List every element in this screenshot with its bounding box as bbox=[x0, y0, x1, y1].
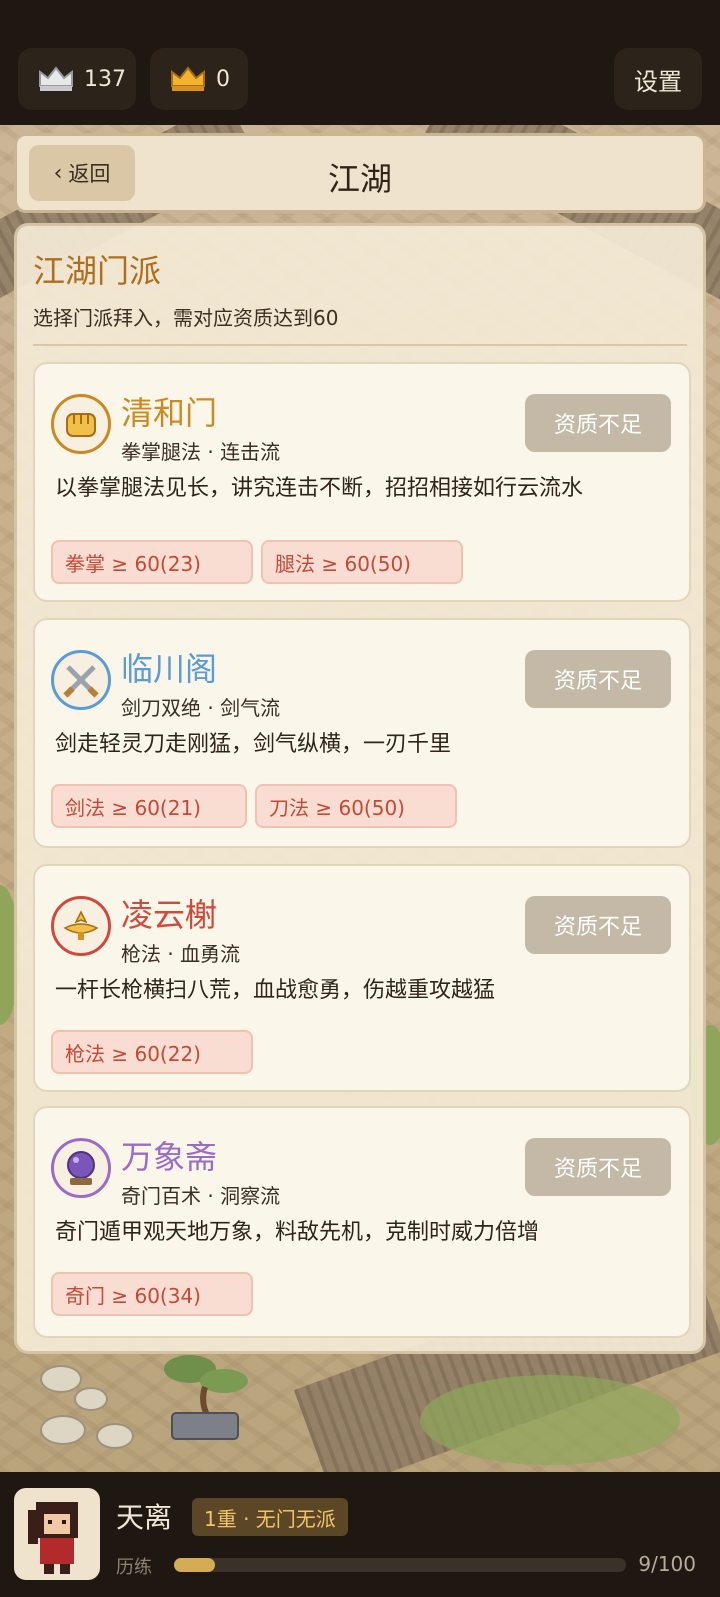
sect-name: 万象斋 bbox=[121, 1138, 218, 1176]
sect-card-wanxiang[interactable]: 万象斋 奇门百术 · 洞察流 资质不足 奇门遁甲观天地万象，料敌先机，克制时威力… bbox=[33, 1106, 691, 1338]
spear-crest-icon bbox=[63, 910, 99, 940]
xp-label: 历练 bbox=[116, 1557, 152, 1578]
requirement-chip: 刀法 ≥ 60(50) bbox=[255, 784, 457, 828]
stepping-stone bbox=[96, 1423, 134, 1449]
sect-badge bbox=[51, 1138, 111, 1198]
crossed-swords-icon bbox=[63, 665, 99, 698]
gold-crown-icon bbox=[171, 66, 205, 91]
sect-name: 临川阁 bbox=[121, 650, 218, 688]
section-subtitle: 选择门派拜入，需对应资质达到60 bbox=[33, 306, 339, 330]
sect-badge bbox=[51, 896, 111, 956]
sect-badge bbox=[51, 650, 111, 710]
sect-card-lingyun[interactable]: 凌云榭 枪法 · 血勇流 资质不足 一杆长枪横扫八荒，血战愈勇，伤越重攻越猛 枪… bbox=[33, 864, 691, 1092]
sect-panel: 江湖门派 选择门派拜入，需对应资质达到60 清和门 拳掌腿法 · 连击流 资质不… bbox=[14, 223, 706, 1354]
join-status-button[interactable]: 资质不足 bbox=[525, 1138, 671, 1196]
sect-name: 清和门 bbox=[121, 394, 218, 432]
requirement-chip: 剑法 ≥ 60(21) bbox=[51, 784, 247, 828]
bonsai-tree-icon bbox=[164, 1355, 248, 1440]
requirement-chip: 拳掌 ≥ 60(23) bbox=[51, 540, 253, 584]
stepping-stone bbox=[74, 1387, 108, 1411]
player-bar: 天离 1重 · 无门无派 历练 9/100 bbox=[0, 1472, 720, 1597]
divider bbox=[33, 344, 687, 346]
sect-description: 奇门遁甲观天地万象，料敌先机，克制时威力倍增 bbox=[55, 1220, 540, 1245]
sect-card-linchuan[interactable]: 临川阁 剑刀双绝 · 剑气流 资质不足 剑走轻灵刀走刚猛，剑气纵横，一刃千里 剑… bbox=[33, 618, 691, 848]
silver-count: 137 bbox=[84, 66, 126, 92]
sect-tags: 枪法 · 血勇流 bbox=[121, 942, 241, 966]
header-bar: ‹ 返回 江湖 bbox=[14, 133, 706, 213]
top-bar: 137 0 设置 bbox=[0, 0, 720, 125]
grass-patch bbox=[420, 1375, 680, 1465]
fist-icon bbox=[66, 413, 96, 437]
sect-description: 剑走轻灵刀走刚猛，剑气纵横，一刃千里 bbox=[55, 732, 452, 757]
gold-count: 0 bbox=[216, 66, 230, 92]
xp-progress-fill bbox=[174, 1558, 215, 1572]
join-status-button[interactable]: 资质不足 bbox=[525, 394, 671, 452]
join-status-button[interactable]: 资质不足 bbox=[525, 896, 671, 954]
sect-tags: 奇门百术 · 洞察流 bbox=[121, 1184, 281, 1208]
xp-progress-bar bbox=[174, 1558, 626, 1572]
rank-badge: 1重 · 无门无派 bbox=[192, 1498, 348, 1536]
sect-description: 一杆长枪横扫八荒，血战愈勇，伤越重攻越猛 bbox=[55, 978, 496, 1003]
sect-tags: 拳掌腿法 · 连击流 bbox=[121, 440, 281, 464]
section-title: 江湖门派 bbox=[33, 252, 162, 290]
stepping-stone bbox=[40, 1415, 86, 1445]
xp-value: 9/100 bbox=[638, 1552, 696, 1576]
avatar[interactable] bbox=[14, 1488, 100, 1580]
gold-currency[interactable]: 0 bbox=[150, 48, 248, 110]
sect-badge bbox=[51, 394, 111, 454]
player-name: 天离 bbox=[116, 1501, 173, 1534]
sect-card-qinghe[interactable]: 清和门 拳掌腿法 · 连击流 资质不足 以拳掌腿法见长，讲究连击不断，招招相接如… bbox=[33, 362, 691, 602]
character-portrait-icon bbox=[28, 1502, 78, 1574]
settings-button[interactable]: 设置 bbox=[614, 48, 702, 110]
join-status-button[interactable]: 资质不足 bbox=[525, 650, 671, 708]
sect-tags: 剑刀双绝 · 剑气流 bbox=[121, 696, 281, 720]
page-title: 江湖 bbox=[327, 160, 392, 198]
sect-description: 以拳掌腿法见长，讲究连击不断，招招相接如行云流水 bbox=[55, 476, 584, 501]
silver-crown-icon bbox=[39, 66, 73, 91]
sect-name: 凌云榭 bbox=[121, 896, 218, 934]
stepping-stone bbox=[40, 1365, 82, 1393]
crystal-ball-icon bbox=[67, 1151, 95, 1185]
requirement-chip: 枪法 ≥ 60(22) bbox=[51, 1030, 253, 1074]
requirement-chip: 腿法 ≥ 60(50) bbox=[261, 540, 463, 584]
silver-currency[interactable]: 137 bbox=[18, 48, 136, 110]
requirement-chip: 奇门 ≥ 60(34) bbox=[51, 1272, 253, 1316]
